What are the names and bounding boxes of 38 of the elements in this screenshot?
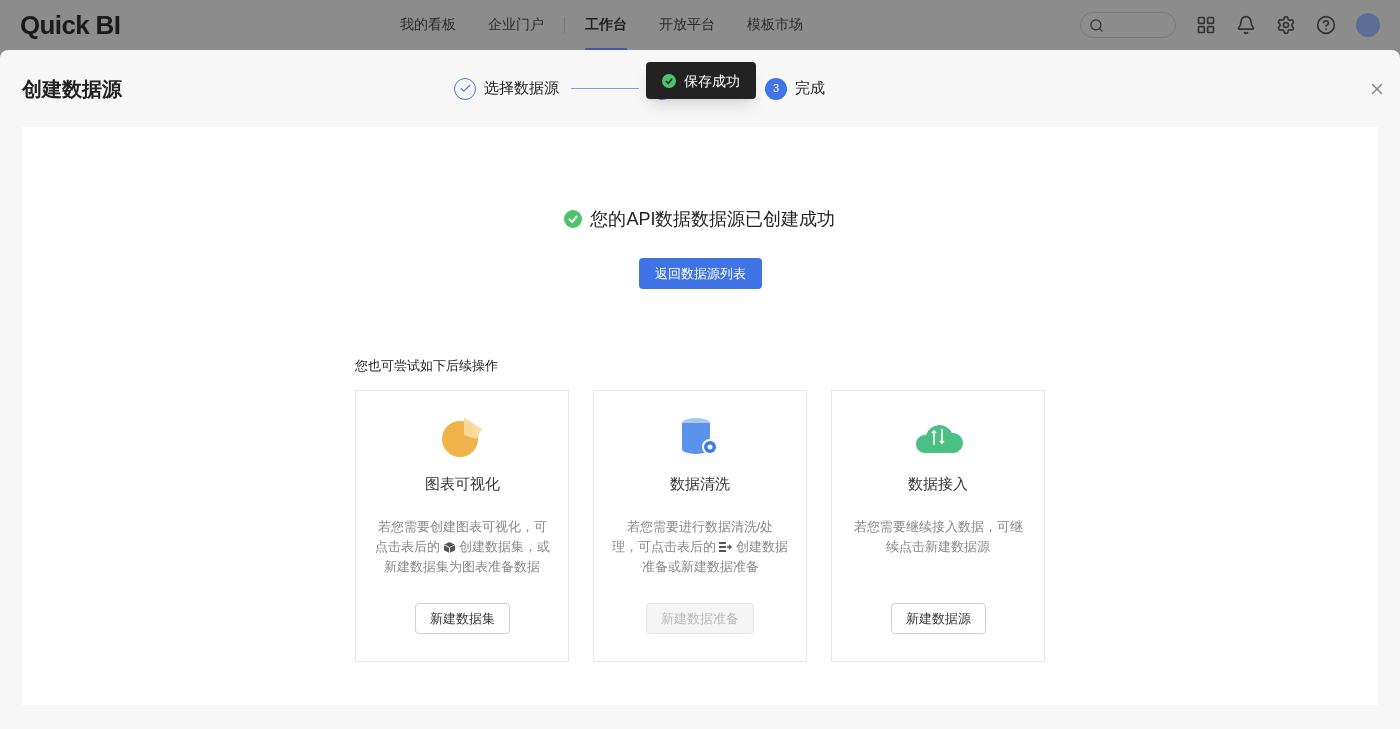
card-description-line: 若您需要创建图表可视化，可 [377, 518, 547, 536]
search-icon [1089, 17, 1104, 33]
bell-icon[interactable] [1236, 15, 1256, 35]
nav-tab[interactable]: 企业门户 [488, 0, 544, 50]
card-description-line: 准备或新建数据准备 [641, 558, 759, 576]
modal-title: 创建数据源 [22, 76, 123, 102]
pie-chart-icon [440, 414, 484, 459]
card-title: 数据接入 [908, 473, 968, 494]
nav-tab[interactable]: 我的看板 [400, 0, 456, 50]
card-title: 数据清洗 [670, 473, 730, 494]
card-description-line: 点击表后的 [374, 538, 440, 556]
card-description-line: 若您需要进行数据清洗/处 [626, 518, 774, 536]
logo[interactable]: Quick BI [20, 5, 400, 45]
success-check-icon [662, 73, 676, 88]
card-description-line: 若您需要继续接入数据，可继 [853, 518, 1023, 536]
card-action-button[interactable]: 新建数据源 [890, 603, 986, 634]
back-to-list-button[interactable]: 返回数据源列表 [638, 258, 762, 289]
nav-tab[interactable]: 模板市场 [747, 0, 803, 50]
card-description-line: 创建数据 [736, 538, 788, 556]
nav-tab[interactable]: 开放平台 [659, 0, 715, 50]
success-message: 您的API数据数据源已创建成功 [590, 208, 836, 231]
success-check-icon [564, 210, 583, 228]
flow-icon [719, 541, 733, 553]
card-title: 图表可视化 [424, 473, 500, 494]
cube-icon [442, 540, 456, 554]
step-label: 选择数据源 [484, 78, 559, 99]
card-description-line: 理，可点击表后的 [612, 538, 716, 556]
card-action-button[interactable]: 新建数据集 [414, 603, 510, 634]
step-label: 完成 [795, 78, 825, 99]
section-heading: 您也可尝试如下后续操作 [355, 357, 499, 375]
card-description-line: 续点击新建数据源 [886, 538, 990, 556]
settings-icon[interactable] [1276, 15, 1296, 35]
help-icon[interactable] [1316, 15, 1336, 35]
card-description-line: 新建数据集为图表准备数据 [384, 558, 540, 576]
toast-text: 保存成功 [684, 71, 740, 91]
grid-icon[interactable] [1196, 15, 1216, 35]
step-number: 3 [765, 77, 787, 100]
card-description-line: 创建数据集，或 [458, 538, 550, 556]
